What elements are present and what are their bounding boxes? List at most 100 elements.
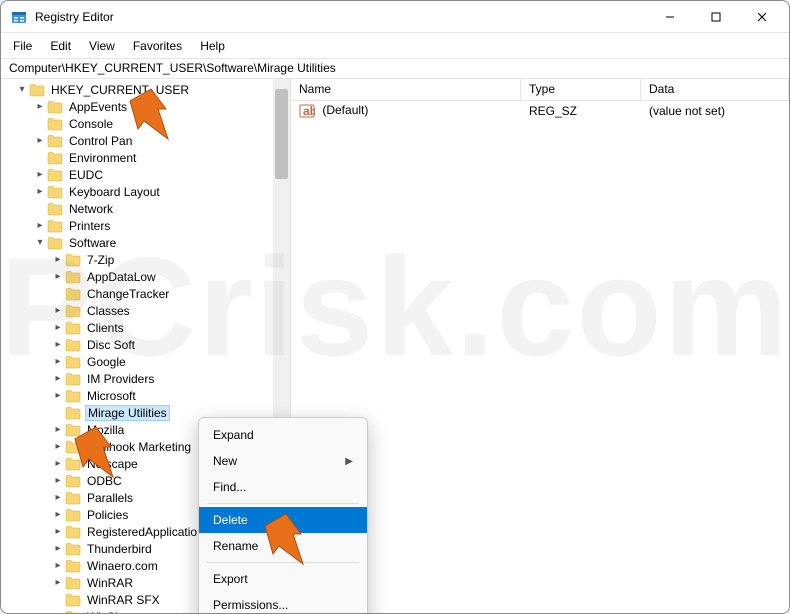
expand-chevron-icon[interactable]: ▸ <box>51 611 65 613</box>
folder-icon <box>65 304 81 318</box>
expand-chevron-icon[interactable]: ▸ <box>51 254 65 265</box>
submenu-arrow-icon: ▶ <box>345 456 353 467</box>
address-bar[interactable]: Computer\HKEY_CURRENT_USER\Software\Mira… <box>1 59 789 79</box>
expand-chevron-icon[interactable]: ▸ <box>51 543 65 554</box>
expand-chevron-icon[interactable]: ▸ <box>33 101 47 112</box>
values-header: Name Type Data <box>291 79 789 101</box>
value-row[interactable]: ab (Default) REG_SZ (value not set) <box>291 101 789 121</box>
annotation-arrow-3 <box>251 506 321 576</box>
expand-chevron-icon[interactable]: ▸ <box>51 305 65 316</box>
annotation-arrow-1 <box>116 81 186 151</box>
tree-item-label: WixSharp <box>85 610 141 614</box>
ctx-permissions[interactable]: Permissions... <box>199 592 367 614</box>
col-data[interactable]: Data <box>641 79 789 100</box>
tree-item-label: Console <box>67 117 115 131</box>
col-type[interactable]: Type <box>521 79 641 100</box>
tree-item-label: RegisteredApplications <box>85 525 212 539</box>
expand-chevron-icon[interactable]: ▸ <box>51 560 65 571</box>
col-name[interactable]: Name <box>291 79 521 100</box>
folder-icon <box>65 355 81 369</box>
folder-icon <box>65 542 81 556</box>
expand-chevron-icon[interactable]: ▸ <box>51 509 65 520</box>
folder-icon <box>65 287 81 301</box>
tree-item[interactable]: ▸ AppDataLow <box>1 268 290 285</box>
expand-chevron-icon[interactable]: ▸ <box>51 271 65 282</box>
tree-item[interactable]: ▸ Google <box>1 353 290 370</box>
tree-item-label: Environment <box>67 151 138 165</box>
tree-item[interactable]: ▾ Software <box>1 234 290 251</box>
tree-item-label: Clients <box>85 321 126 335</box>
tree-item[interactable]: Network <box>1 200 290 217</box>
expand-chevron-icon[interactable]: ▸ <box>33 186 47 197</box>
folder-icon <box>65 525 81 539</box>
tree-item-label: AppDataLow <box>85 270 158 284</box>
tree-item[interactable]: ChangeTracker <box>1 285 290 302</box>
titlebar: Registry Editor <box>1 1 789 33</box>
tree-item-label: Policies <box>85 508 130 522</box>
expand-chevron-icon[interactable]: ▸ <box>51 526 65 537</box>
expand-chevron-icon[interactable]: ▾ <box>33 237 47 248</box>
expand-chevron-icon[interactable]: ▸ <box>51 322 65 333</box>
tree-item[interactable]: ▸Printers <box>1 217 290 234</box>
tree-item-label: WinRAR SFX <box>85 593 162 607</box>
ctx-expand[interactable]: Expand <box>199 422 367 448</box>
folder-icon <box>47 100 63 114</box>
folder-icon <box>47 151 63 165</box>
folder-icon <box>29 83 45 97</box>
annotation-arrow-2 <box>61 419 131 489</box>
tree-item[interactable]: ▸ Clients <box>1 319 290 336</box>
tree-item[interactable]: ▸ IM Providers <box>1 370 290 387</box>
menu-favorites[interactable]: Favorites <box>125 35 190 57</box>
folder-icon <box>47 134 63 148</box>
tree-item[interactable]: ▸Disc Soft <box>1 336 290 353</box>
folder-icon <box>65 610 81 614</box>
tree-item-label: Parallels <box>85 491 135 505</box>
tree-item-label: ChangeTracker <box>85 287 171 301</box>
menu-file[interactable]: File <box>5 35 40 57</box>
value-type: REG_SZ <box>521 102 641 120</box>
tree-item-label: Winaero.com <box>85 559 160 573</box>
folder-icon <box>65 321 81 335</box>
expand-chevron-icon[interactable]: ▸ <box>51 356 65 367</box>
folder-icon <box>65 491 81 505</box>
expand-chevron-icon[interactable]: ▸ <box>51 577 65 588</box>
ctx-new[interactable]: New▶ <box>199 448 367 474</box>
tree-item-label: Software <box>67 236 118 250</box>
main-panel: ▾HKEY_CURRENT_USER▸AppEvents Console▸Con… <box>1 79 789 613</box>
menu-help[interactable]: Help <box>192 35 233 57</box>
menu-edit[interactable]: Edit <box>42 35 79 57</box>
tree-item[interactable]: ▸Classes <box>1 302 290 319</box>
folder-icon <box>65 576 81 590</box>
tree-item[interactable]: ▸EUDC <box>1 166 290 183</box>
folder-icon <box>47 202 63 216</box>
folder-icon <box>65 406 81 420</box>
tree-item[interactable]: ▸Keyboard Layout <box>1 183 290 200</box>
ctx-find[interactable]: Find... <box>199 474 367 500</box>
tree-item-label: IM Providers <box>85 372 156 386</box>
window-title: Registry Editor <box>35 10 647 24</box>
expand-chevron-icon[interactable]: ▸ <box>51 339 65 350</box>
folder-icon <box>65 389 81 403</box>
folder-icon <box>65 559 81 573</box>
expand-chevron-icon[interactable]: ▸ <box>51 390 65 401</box>
expand-chevron-icon[interactable]: ▸ <box>33 220 47 231</box>
tree-item[interactable]: ▸ 7-Zip <box>1 251 290 268</box>
registry-editor-window: Registry Editor File Edit View Favorites… <box>0 0 790 614</box>
menu-view[interactable]: View <box>81 35 123 57</box>
tree-item[interactable]: ▸ Microsoft <box>1 387 290 404</box>
expand-chevron-icon[interactable]: ▾ <box>15 84 29 95</box>
expand-chevron-icon[interactable]: ▸ <box>51 492 65 503</box>
tree-item[interactable]: Environment <box>1 149 290 166</box>
minimize-button[interactable] <box>647 1 693 33</box>
expand-chevron-icon[interactable]: ▸ <box>33 169 47 180</box>
maximize-button[interactable] <box>693 1 739 33</box>
tree-item-label: Google <box>85 355 128 369</box>
expand-chevron-icon[interactable]: ▸ <box>51 373 65 384</box>
tree-item-label: 7-Zip <box>85 253 116 267</box>
scrollbar-thumb[interactable] <box>275 89 288 179</box>
expand-chevron-icon[interactable]: ▸ <box>33 135 47 146</box>
svg-text:ab: ab <box>303 104 315 118</box>
tree-item-label: Microsoft <box>85 389 138 403</box>
app-icon <box>11 9 27 25</box>
close-button[interactable] <box>739 1 785 33</box>
